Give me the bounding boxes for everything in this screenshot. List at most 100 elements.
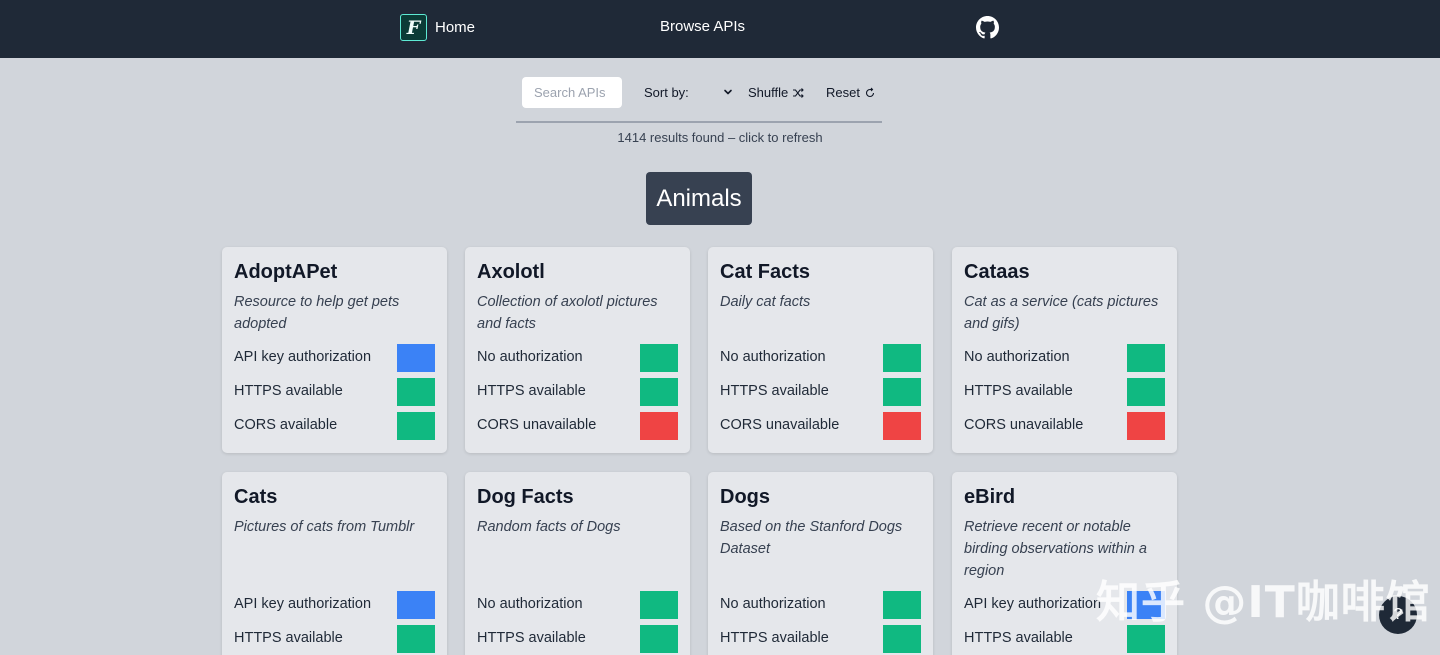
api-card[interactable]: Cats Pictures of cats from Tumblr API key … <box>222 472 447 655</box>
status-indicator <box>640 412 678 440</box>
status-indicator <box>397 412 435 440</box>
status-indicator <box>640 591 678 619</box>
search-input[interactable] <box>522 77 622 108</box>
api-description: Daily cat facts <box>720 294 811 310</box>
attribute-label: No authorization <box>477 596 583 612</box>
chevron-down-icon[interactable] <box>722 86 734 98</box>
attribute-label: CORS unavailable <box>477 417 597 433</box>
attribute-label: HTTPS available <box>720 630 829 646</box>
status-indicator <box>397 378 435 406</box>
attribute-label: HTTPS available <box>234 630 343 646</box>
api-name[interactable]: Cataas <box>964 261 1030 284</box>
status-indicator <box>640 378 678 406</box>
attribute-label: CORS unavailable <box>720 417 840 433</box>
api-attribute: CORS unavailable <box>477 412 678 440</box>
api-name[interactable]: AdoptAPet <box>234 261 337 284</box>
status-indicator <box>1127 591 1165 619</box>
search-toolbar: Sort by: Shuffle Reset <box>516 77 882 123</box>
api-name[interactable]: Dog Facts <box>477 486 574 509</box>
status-indicator <box>1127 378 1165 406</box>
status-indicator <box>883 591 921 619</box>
api-attribute: CORS available <box>234 412 435 440</box>
github-icon[interactable] <box>976 16 999 39</box>
status-indicator <box>1127 625 1165 653</box>
shuffle-label: Shuffle <box>748 85 789 100</box>
api-attribute: No authorization <box>720 344 921 372</box>
api-attribute: No authorization <box>964 344 1165 372</box>
api-attribute: API key authorization <box>964 591 1165 619</box>
results-count[interactable]: 1414 results found – click to refresh <box>0 130 1440 145</box>
attribute-label: HTTPS available <box>720 383 829 399</box>
api-card[interactable]: Axolotl Collection of axolotl pictures an… <box>465 247 690 453</box>
sort-select[interactable]: Sort by: <box>644 85 689 100</box>
status-indicator <box>1127 344 1165 372</box>
api-card[interactable]: eBird Retrieve recent or notable birding … <box>952 472 1177 655</box>
reset-label: Reset <box>826 85 860 100</box>
attribute-label: CORS available <box>234 417 338 433</box>
attribute-label: No authorization <box>964 349 1070 365</box>
reset-button[interactable]: Reset <box>826 85 876 100</box>
api-description: Based on the Stanford Dogs Dataset <box>720 519 903 557</box>
api-description: Random facts of Dogs <box>477 519 621 535</box>
attribute-label: CORS unavailable <box>964 417 1084 433</box>
api-attribute: HTTPS available <box>720 378 921 406</box>
api-card[interactable]: Cat Facts Daily cat facts No authorization… <box>708 247 933 453</box>
browse-apis-link[interactable]: Browse APIs <box>660 18 745 35</box>
status-indicator <box>883 412 921 440</box>
api-attribute: CORS unavailable <box>964 412 1165 440</box>
attribute-label: API key authorization <box>234 349 372 365</box>
api-attribute: HTTPS available <box>964 378 1165 406</box>
status-indicator <box>883 378 921 406</box>
attribute-label: HTTPS available <box>964 383 1073 399</box>
api-attribute: API key authorization <box>234 344 435 372</box>
api-attribute: HTTPS available <box>477 625 678 653</box>
shuffle-button[interactable]: Shuffle <box>748 85 805 100</box>
shuffle-icon <box>793 87 805 98</box>
home-label: Home <box>435 19 476 36</box>
attribute-label: No authorization <box>720 349 826 365</box>
help-button[interactable]: ? <box>1379 596 1417 634</box>
api-attribute: CORS unavailable <box>720 412 921 440</box>
api-card[interactable]: Cataas Cat as a service (cats pictures an… <box>952 247 1177 453</box>
api-attribute: API key authorization <box>234 591 435 619</box>
status-indicator <box>883 625 921 653</box>
attribute-label: HTTPS available <box>477 630 586 646</box>
status-indicator <box>640 625 678 653</box>
api-description: Resource to help get pets adopted <box>234 294 400 332</box>
api-name[interactable]: Dogs <box>720 486 770 509</box>
api-description: Collection of axolotl pictures and facts <box>477 294 658 332</box>
status-indicator <box>397 591 435 619</box>
refresh-icon <box>865 87 875 97</box>
api-name[interactable]: Axolotl <box>477 261 545 284</box>
api-card[interactable]: Dog Facts Random facts of Dogs No authoriz… <box>465 472 690 655</box>
api-attribute: HTTPS available <box>234 625 435 653</box>
top-nav: F Home Browse APIs <box>0 0 1440 58</box>
attribute-label: API key authorization <box>234 596 372 612</box>
status-indicator <box>883 344 921 372</box>
api-attribute: No authorization <box>477 591 678 619</box>
attribute-label: No authorization <box>477 349 583 365</box>
category-heading: Animals <box>646 172 752 225</box>
attribute-label: HTTPS available <box>477 383 586 399</box>
status-indicator <box>397 344 435 372</box>
api-description: Retrieve recent or notable birding obser… <box>964 519 1147 579</box>
api-description: Pictures of cats from Tumblr <box>234 519 415 535</box>
api-name[interactable]: Cats <box>234 486 277 509</box>
app-logo: F <box>400 14 427 41</box>
status-indicator <box>1127 412 1165 440</box>
api-attribute: No authorization <box>720 591 921 619</box>
status-indicator <box>640 344 678 372</box>
api-name[interactable]: eBird <box>964 486 1015 509</box>
home-link[interactable]: F Home <box>400 14 475 41</box>
api-attribute: No authorization <box>477 344 678 372</box>
status-indicator <box>397 625 435 653</box>
api-attribute: HTTPS available <box>234 378 435 406</box>
api-attribute: HTTPS available <box>964 625 1165 653</box>
attribute-label: HTTPS available <box>964 630 1073 646</box>
api-attribute: HTTPS available <box>720 625 921 653</box>
api-card[interactable]: Dogs Based on the Stanford Dogs Dataset No… <box>708 472 933 655</box>
attribute-label: HTTPS available <box>234 383 343 399</box>
attribute-label: API key authorization <box>964 596 1102 612</box>
api-card[interactable]: AdoptAPet Resource to help get pets adopt… <box>222 247 447 453</box>
api-name[interactable]: Cat Facts <box>720 261 810 284</box>
